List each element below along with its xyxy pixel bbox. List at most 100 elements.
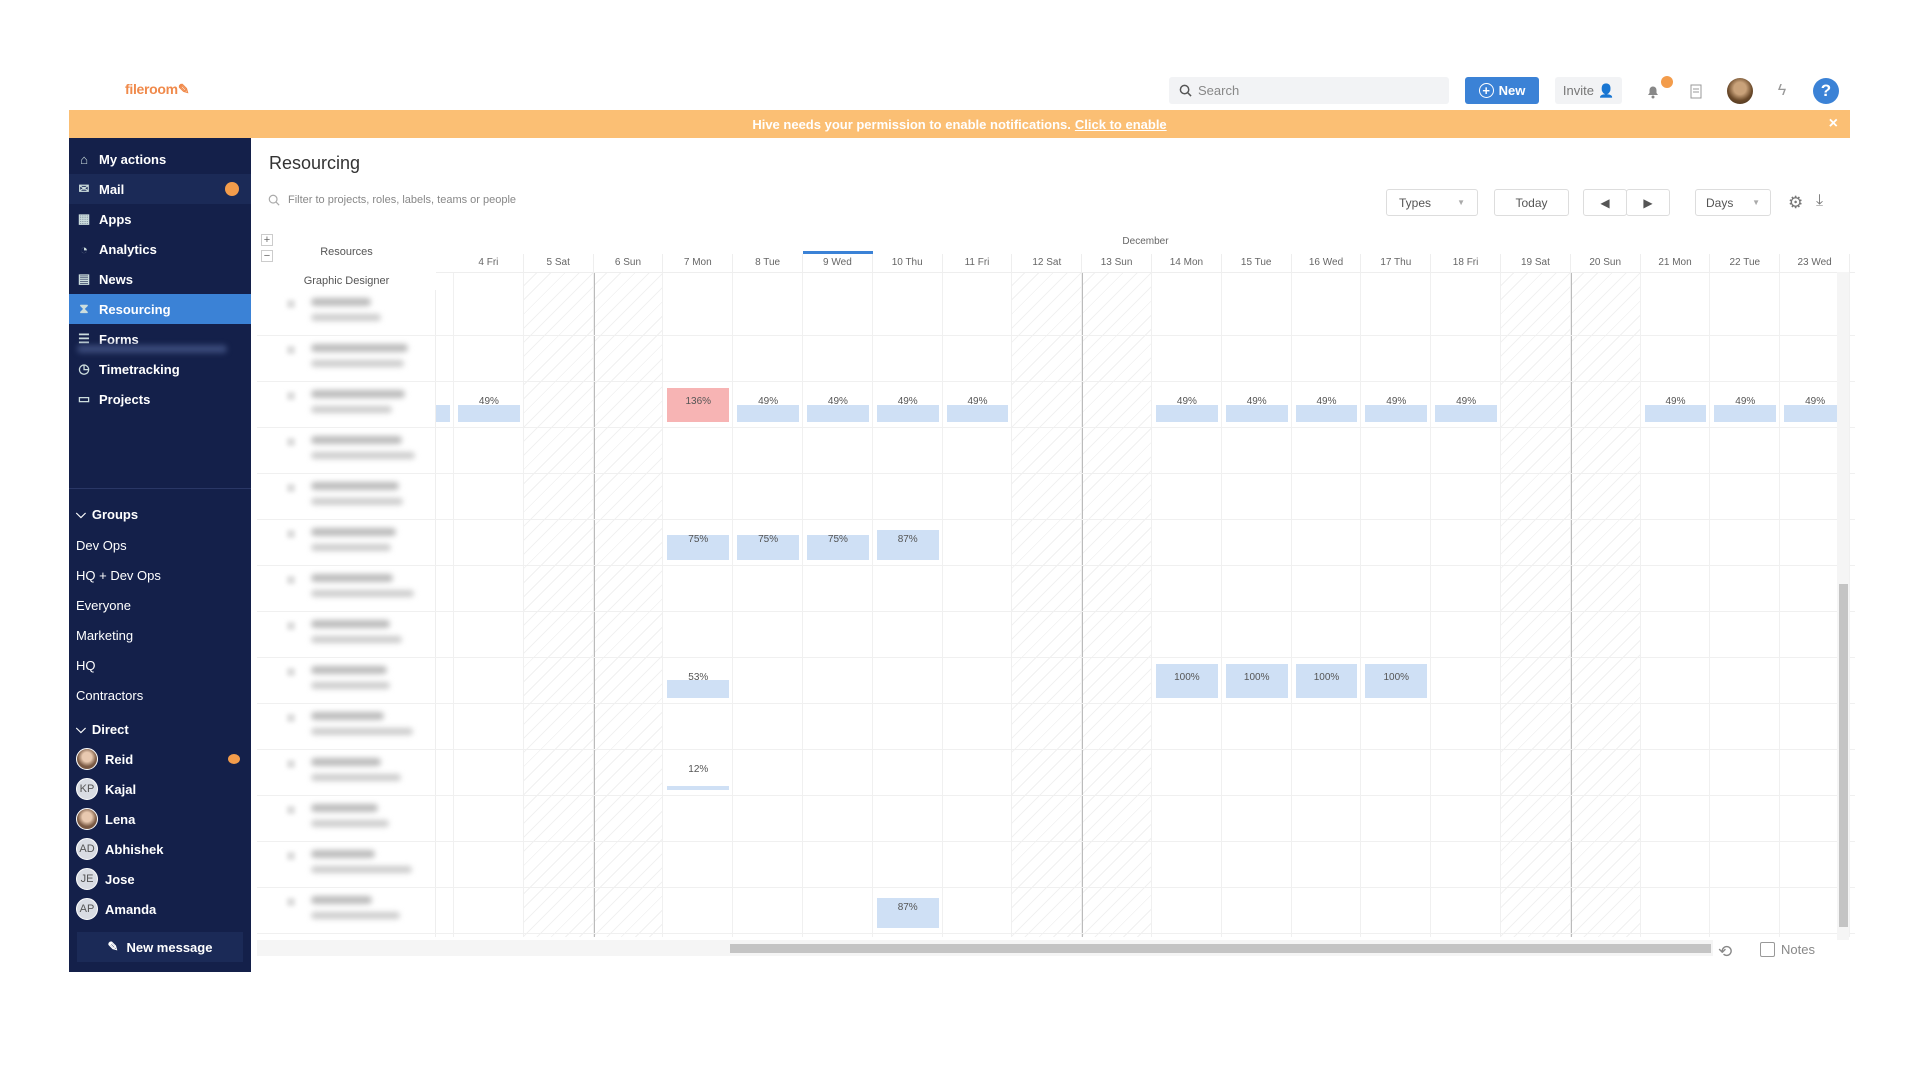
sidebar-item-my-actions[interactable]: ⌂ My actions: [69, 144, 251, 174]
help-button[interactable]: ?: [1813, 78, 1839, 104]
clock-icon: ◷: [78, 361, 90, 376]
direct-header[interactable]: ⌵ Direct: [76, 714, 129, 744]
expand-icon: [287, 484, 295, 492]
sidebar-item-timetracking[interactable]: ◷ Timetracking: [69, 354, 251, 384]
sidebar-item-projects[interactable]: ▭ Projects: [69, 384, 251, 414]
vertical-scroll-thumb[interactable]: [1839, 584, 1848, 927]
resource-row[interactable]: [257, 566, 1855, 612]
sidebar-item-news[interactable]: ▤ News: [69, 264, 251, 294]
resource-row[interactable]: [257, 704, 1855, 750]
direct-message-item[interactable]: KP Kajal: [76, 774, 246, 804]
sidebar-project-item[interactable]: [77, 345, 227, 353]
avatar: [76, 748, 98, 770]
resource-row[interactable]: [257, 842, 1855, 888]
allocation-percent: 49%: [1316, 396, 1337, 407]
lightning-icon[interactable]: ϟ: [1770, 79, 1794, 103]
allocation-bar[interactable]: [1225, 405, 1288, 422]
allocation-bar[interactable]: [807, 405, 869, 422]
group-item[interactable]: HQ: [76, 650, 96, 680]
resource-row[interactable]: 75% 75% 75% 87%: [257, 520, 1855, 566]
allocation-percent: 49%: [1246, 396, 1267, 407]
close-icon[interactable]: ×: [1829, 115, 1838, 133]
filter-input[interactable]: Filter to projects, roles, labels, teams…: [268, 194, 516, 206]
allocation-bar[interactable]: [1714, 405, 1777, 422]
allocation-percent: 49%: [1735, 396, 1756, 407]
allocation-bar[interactable]: [1156, 405, 1218, 422]
allocation-bar[interactable]: [946, 405, 1009, 422]
allocation-percent: 49%: [827, 396, 848, 407]
user-avatar[interactable]: [1727, 78, 1753, 104]
direct-message-item[interactable]: JE Jose: [76, 864, 246, 894]
allocation-bar[interactable]: [667, 785, 730, 790]
day-label: 4 Fri: [454, 254, 524, 272]
sidebar-item-apps[interactable]: ▦ Apps: [69, 204, 251, 234]
resource-row[interactable]: 87%: [257, 888, 1855, 934]
group-item[interactable]: Everyone: [76, 590, 131, 620]
expand-icon: [287, 668, 295, 676]
view-dropdown[interactable]: Days ▼: [1695, 189, 1771, 216]
day-label: 23 Wed: [1780, 254, 1850, 272]
notes-button[interactable]: Notes: [1760, 942, 1815, 957]
resource-name: [311, 528, 396, 536]
enable-notifications-link[interactable]: Click to enable: [1075, 117, 1167, 132]
resource-row[interactable]: [257, 612, 1855, 658]
group-item[interactable]: Marketing: [76, 620, 133, 650]
download-icon[interactable]: ⤓: [1816, 192, 1823, 210]
resource-row[interactable]: [257, 428, 1855, 474]
new-message-button[interactable]: ✎ New message: [77, 932, 243, 962]
chevron-down-icon: ⌵: [76, 721, 86, 736]
horizontal-scroll-thumb[interactable]: [730, 944, 1711, 953]
compose-icon: ✎: [107, 939, 119, 954]
group-item[interactable]: Dev Ops: [76, 530, 127, 560]
direct-message-item[interactable]: AD Abhishek: [76, 834, 246, 864]
direct-message-item[interactable]: AP Amanda: [76, 894, 246, 924]
direct-message-item[interactable]: Reid: [76, 744, 246, 774]
resource-row[interactable]: 12%: [257, 750, 1855, 796]
month-label: December: [1122, 236, 1169, 247]
next-button[interactable]: ▶: [1626, 189, 1670, 216]
allocation-percent: 100%: [1313, 672, 1340, 683]
types-dropdown[interactable]: Types ▼: [1386, 189, 1478, 216]
resource-row[interactable]: 49% 136% 49% 49% 49% 49% 49% 49% 49% 49% 49% 49% 49%…: [257, 382, 1855, 428]
today-button[interactable]: Today: [1494, 189, 1569, 216]
expand-icon: [287, 622, 295, 630]
document-icon[interactable]: [1684, 79, 1708, 103]
invite-button[interactable]: Invite 👤: [1555, 77, 1622, 104]
resource-name: [311, 850, 375, 858]
resource-row[interactable]: [257, 474, 1855, 520]
allocation-percent: 75%: [758, 534, 779, 545]
avatar: KP: [76, 778, 98, 800]
sidebar-item-analytics[interactable]: ◔ Analytics: [69, 234, 251, 264]
allocation-percent: 100%: [1383, 672, 1410, 683]
history-icon[interactable]: ⟲: [1718, 942, 1732, 962]
sidebar-item-mail[interactable]: ✉ Mail: [69, 174, 251, 204]
day-label: 6 Sun: [594, 254, 664, 272]
gear-icon[interactable]: ⚙: [1788, 193, 1803, 213]
groups-header[interactable]: ⌵ Groups: [76, 499, 138, 529]
resource-row[interactable]: [257, 336, 1855, 382]
new-button[interactable]: + New: [1465, 77, 1539, 104]
logo[interactable]: fileroom✎: [125, 81, 190, 98]
allocation-bar[interactable]: [737, 405, 799, 422]
allocation-bar[interactable]: [1644, 405, 1707, 422]
search-input[interactable]: Search: [1169, 77, 1449, 104]
sidebar-item-resourcing[interactable]: ⧗ Resourcing: [69, 294, 251, 324]
group-item[interactable]: HQ + Dev Ops: [76, 560, 161, 590]
expand-icon: [287, 438, 295, 446]
allocation-bar[interactable]: [1435, 405, 1497, 422]
sidebar: ⌂ My actions ✉ Mail ▦ Apps ◔ Analytics ▤ News ⧗ Res…: [69, 138, 251, 972]
previous-button[interactable]: ◀: [1583, 189, 1627, 216]
resource-row[interactable]: [257, 290, 1855, 336]
allocation-bar[interactable]: [1295, 405, 1358, 422]
unread-message-icon: [228, 754, 240, 764]
allocation-bar[interactable]: [1365, 405, 1428, 422]
allocation-bar[interactable]: [458, 405, 520, 422]
allocation-bar[interactable]: [876, 405, 939, 422]
allocation-bar[interactable]: [436, 405, 450, 422]
resource-row[interactable]: 53% 100% 100% 100% 100%: [257, 658, 1855, 704]
caret-down-icon: ▼: [1752, 198, 1760, 207]
group-item[interactable]: Contractors: [76, 680, 143, 710]
day-label: 11 Fri: [943, 254, 1013, 272]
resource-row[interactable]: [257, 796, 1855, 842]
direct-message-item[interactable]: Lena: [76, 804, 246, 834]
